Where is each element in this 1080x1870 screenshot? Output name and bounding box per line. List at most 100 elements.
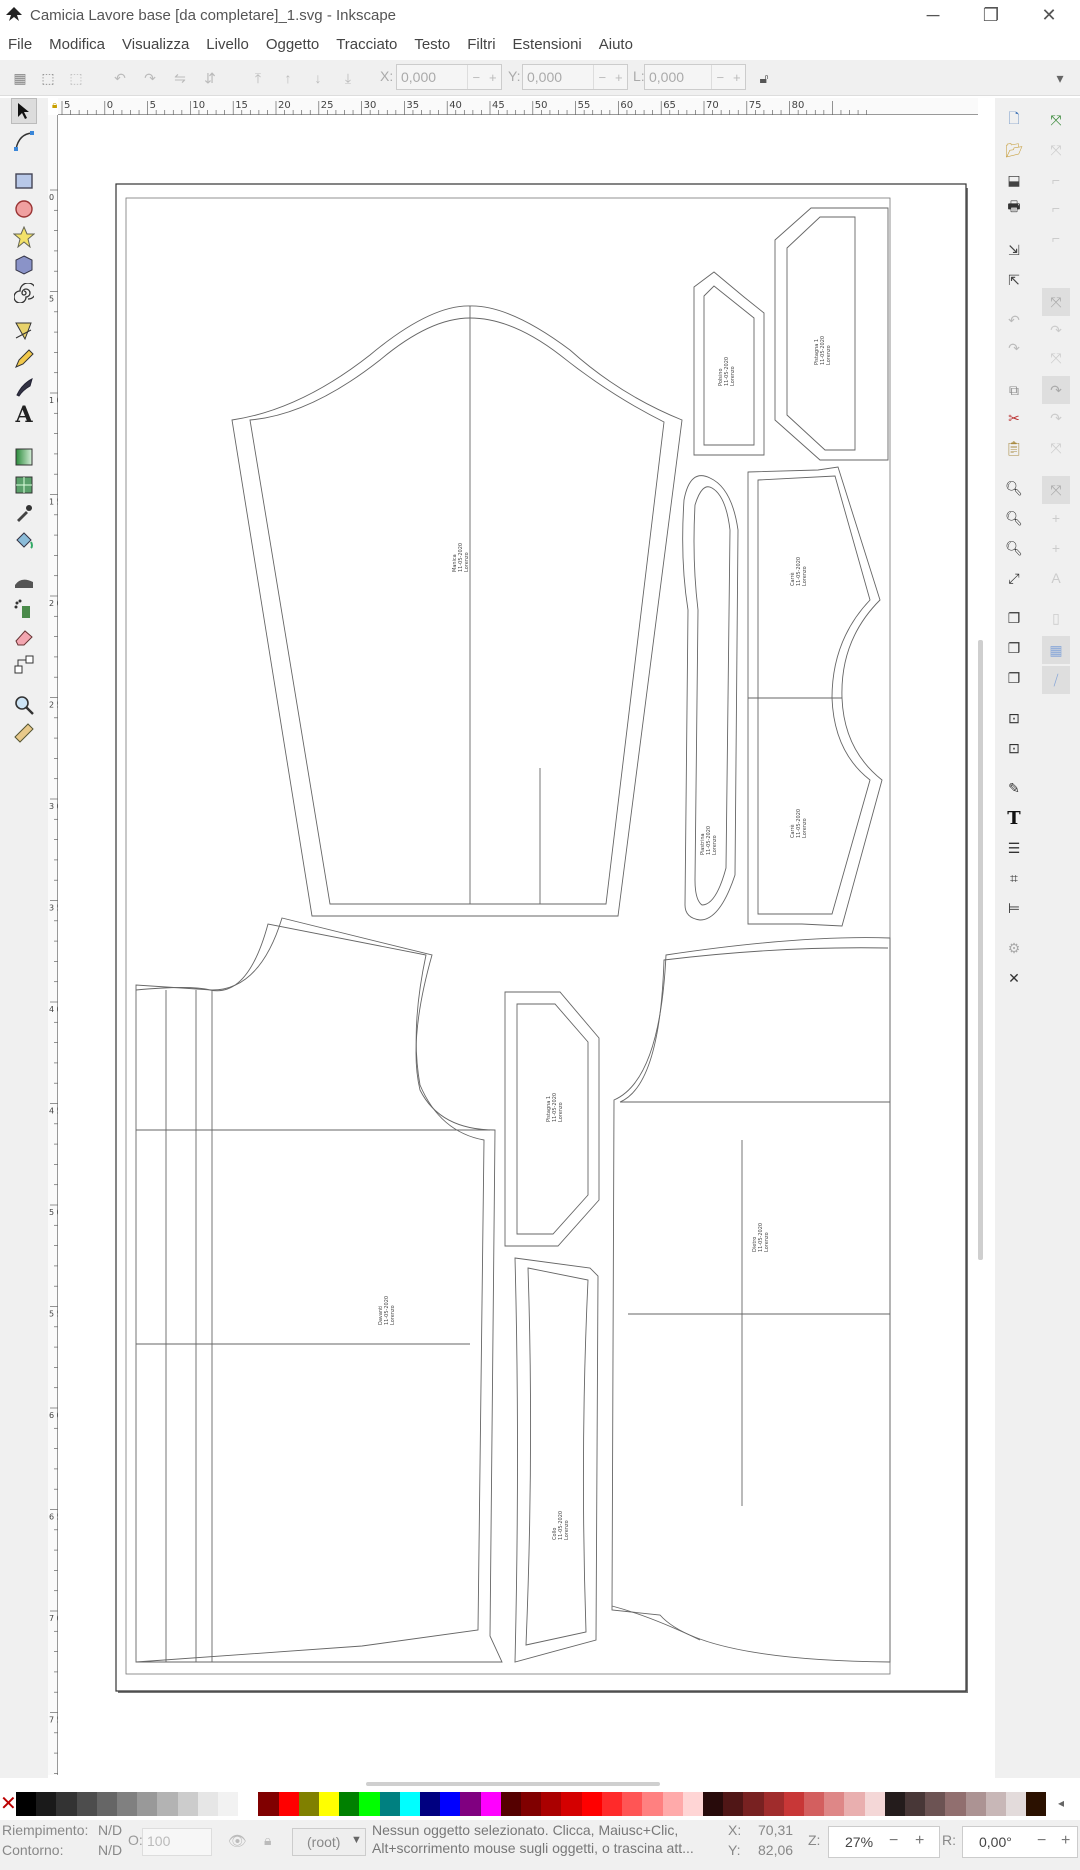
snap-bbox-icon[interactable]: ⤧	[1046, 140, 1066, 160]
menu-estensioni[interactable]: Estensioni	[513, 36, 582, 53]
print-icon[interactable]: 🖶︎	[1004, 198, 1024, 218]
rotation-spinbox[interactable]: 0,00° − +	[962, 1826, 1078, 1858]
snap-centers-icon[interactable]: ⤧	[1042, 476, 1070, 504]
text-font-icon[interactable]: T	[1004, 808, 1024, 829]
palette-swatch[interactable]	[723, 1792, 744, 1816]
palette-swatch[interactable]	[763, 1792, 784, 1816]
zoom-spinbox[interactable]: 27% − +	[828, 1826, 940, 1858]
palette-swatch[interactable]	[561, 1792, 582, 1816]
select-all-layers-icon[interactable]: ⬚	[38, 68, 58, 88]
palette-swatch[interactable]	[36, 1792, 57, 1816]
palette-swatch[interactable]	[278, 1792, 299, 1816]
snap-bbox-midpoint-icon[interactable]: ⌐	[1046, 228, 1066, 248]
palette-swatch[interactable]	[298, 1792, 320, 1816]
opacity-spinbox[interactable]: 100	[142, 1828, 212, 1856]
palette-swatch[interactable]	[783, 1792, 804, 1816]
snap-cusp-nodes-icon[interactable]: ↷	[1042, 376, 1070, 404]
palette-swatch[interactable]	[622, 1792, 643, 1816]
spray-tool-icon[interactable]	[11, 596, 37, 622]
flip-horizontal-icon[interactable]: ⇋	[170, 68, 190, 88]
palette-swatch[interactable]	[319, 1792, 340, 1816]
palette-swatch[interactable]	[96, 1792, 118, 1816]
open-folder-icon[interactable]: 📂︎	[1004, 140, 1024, 160]
bezier-tool-icon[interactable]	[11, 318, 37, 344]
vertical-scrollbar[interactable]	[978, 640, 983, 1260]
toolbar-overflow-icon[interactable]: ▾	[1050, 68, 1070, 88]
y-increment[interactable]: +	[615, 70, 623, 85]
document-properties-icon[interactable]: ⚙	[1004, 938, 1024, 958]
guide-lock-icon[interactable]: 🔒︎	[52, 100, 62, 112]
paste-icon[interactable]: 📋︎	[1004, 438, 1024, 458]
lock-proportions-icon[interactable]: 🔓︎	[754, 68, 774, 88]
menu-oggetto[interactable]: Oggetto	[266, 36, 319, 53]
calligraphy-tool-icon[interactable]	[11, 374, 37, 400]
zoom-tool-icon[interactable]	[11, 692, 37, 718]
palette-swatch[interactable]	[238, 1792, 259, 1816]
layer-selector[interactable]: (root) ▼	[292, 1828, 366, 1856]
import-icon[interactable]: ⇲	[1004, 240, 1024, 260]
menu-testo[interactable]: Testo	[414, 36, 450, 53]
palette-swatch[interactable]	[904, 1792, 926, 1816]
snap-grid-icon[interactable]: ▦	[1042, 636, 1070, 664]
xml-editor-icon[interactable]: ⌗	[1004, 868, 1024, 888]
minimize-button[interactable]: ─	[904, 0, 962, 30]
node-tool-icon[interactable]	[11, 128, 37, 154]
rotation-increment[interactable]: +	[1061, 1832, 1070, 1850]
duplicate-icon[interactable]: ❐	[1004, 608, 1024, 628]
lower-to-bottom-icon[interactable]: ⤓	[338, 68, 358, 88]
palette-swatch[interactable]	[844, 1792, 865, 1816]
menu-filtri[interactable]: Filtri	[467, 36, 495, 53]
palette-swatch[interactable]	[662, 1792, 683, 1816]
snap-rotation-center-icon[interactable]: +	[1046, 508, 1066, 528]
maximize-button[interactable]: ❐	[962, 0, 1020, 30]
group-icon[interactable]: ⊡	[1004, 708, 1024, 728]
y-decrement[interactable]: −	[598, 70, 606, 85]
palette-swatch[interactable]	[803, 1792, 825, 1816]
unlink-clone-icon[interactable]: ❐	[1004, 668, 1024, 688]
palette-swatch[interactable]	[16, 1792, 37, 1816]
x-decrement[interactable]: −	[472, 70, 480, 85]
snap-bbox-edge-icon[interactable]: ⌐	[1046, 170, 1066, 190]
redo-icon[interactable]: ↷	[1004, 338, 1024, 358]
lower-icon[interactable]: ↓	[308, 68, 328, 88]
palette-swatch[interactable]	[56, 1792, 77, 1816]
palette-swatch[interactable]	[339, 1792, 360, 1816]
palette-swatch[interactable]	[702, 1792, 724, 1816]
w-decrement[interactable]: −	[716, 70, 724, 85]
menu-file[interactable]: File	[8, 36, 32, 53]
select-all-icon[interactable]: ▦	[10, 68, 30, 88]
palette-swatch[interactable]	[864, 1792, 885, 1816]
drawing-canvas[interactable]: Manica 11-05-2020 Lorenzo Polsino 11-05-…	[58, 116, 978, 1776]
palette-swatch[interactable]	[945, 1792, 966, 1816]
palette-swatch[interactable]	[258, 1792, 279, 1816]
x-spinbox[interactable]: 0,000 − +	[396, 64, 502, 90]
rotate-ccw-icon[interactable]: ↶	[110, 68, 130, 88]
w-increment[interactable]: +	[733, 70, 741, 85]
palette-swatch[interactable]	[642, 1792, 663, 1816]
rectangle-tool-icon[interactable]	[11, 168, 37, 194]
palette-swatch[interactable]	[541, 1792, 562, 1816]
snap-midpoints-icon[interactable]: ⤧	[1046, 438, 1066, 458]
dropper-tool-icon[interactable]	[11, 500, 37, 526]
menu-livello[interactable]: Livello	[206, 36, 249, 53]
palette-swatch[interactable]	[359, 1792, 380, 1816]
no-paint-swatch[interactable]: ✕	[0, 1792, 17, 1816]
palette-swatch[interactable]	[480, 1792, 501, 1816]
selector-tool-icon[interactable]	[11, 98, 37, 124]
fill-stroke-icon[interactable]: ✎	[1004, 778, 1024, 798]
palette-swatch[interactable]	[824, 1792, 845, 1816]
snap-nodes-icon[interactable]: ⤧	[1042, 288, 1070, 316]
zoom-selection-icon[interactable]: 🔍︎	[1004, 478, 1024, 498]
rotate-cw-icon[interactable]: ↷	[140, 68, 160, 88]
palette-swatch[interactable]	[177, 1792, 198, 1816]
gradient-tool-icon[interactable]	[11, 444, 37, 470]
raise-icon[interactable]: ↑	[278, 68, 298, 88]
vertical-ruler[interactable]: 0 5 1 0 1 5 2 0 2 5 3 0 3 5 4 0 4 5 5 0 5 5 6 0 6 5 7 …	[48, 115, 62, 1775]
palette-swatch[interactable]	[117, 1792, 138, 1816]
toggle-lock-icon[interactable]: 🔒︎	[264, 1832, 271, 1849]
snap-bbox-corner-icon[interactable]: ⌐	[1046, 198, 1066, 218]
y-spinbox[interactable]: 0,000 − +	[522, 64, 628, 90]
palette-swatch[interactable]	[601, 1792, 623, 1816]
palette-swatch[interactable]	[157, 1792, 178, 1816]
menu-aiuto[interactable]: Aiuto	[599, 36, 633, 53]
